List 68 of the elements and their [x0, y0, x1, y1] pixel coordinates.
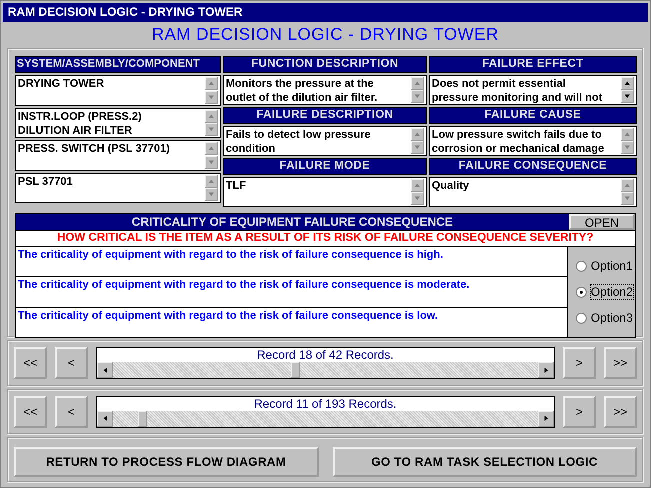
field-header: FAILURE MODE [223, 158, 427, 175]
field-header: FAILURE EFFECT [429, 56, 637, 73]
triangle-down-icon [414, 144, 421, 151]
triangle-down-icon [624, 195, 631, 202]
question-text: HOW CRITICAL IS THE ITEM AS A RESULT OF ITS RISK OF FAILURE CONSEQUENCE SEVERITY? [16, 230, 635, 247]
next-record-button[interactable]: > [563, 347, 596, 380]
scroll-thumb[interactable] [138, 410, 147, 427]
triangle-up-icon [208, 80, 215, 87]
window-title: RAM DECISION LOGIC - DRYING TOWER [3, 3, 648, 22]
scrollbar[interactable] [97, 410, 554, 427]
scroll-down-button[interactable] [621, 90, 634, 103]
triangle-up-icon [208, 178, 215, 184]
scroll-right-button[interactable] [538, 410, 554, 427]
radio-button[interactable] [576, 286, 587, 298]
next-record-button[interactable]: > [563, 396, 596, 428]
text-field[interactable]: Does not permit essential pressure monitoring and will not [429, 75, 637, 105]
last-record-button[interactable]: >> [604, 347, 637, 380]
radio-button[interactable] [576, 260, 587, 272]
triangle-up-icon [414, 131, 421, 138]
triangle-down-icon [624, 144, 631, 151]
radio-button[interactable] [576, 312, 587, 324]
triangle-up-icon [624, 182, 631, 189]
radio-label[interactable]: Option1 [591, 259, 634, 273]
triangle-right-icon [542, 366, 550, 374]
triangle-down-icon [208, 126, 215, 133]
radio-label[interactable]: Option3 [591, 311, 634, 325]
triangle-down-icon [414, 93, 421, 100]
option-text: The criticality of equipment with regard to the risk of failure consequence is high. [16, 247, 567, 278]
triangle-down-icon [414, 195, 421, 202]
scrollbar[interactable] [97, 362, 554, 378]
option-text: The criticality of equipment with regard to the risk of failure consequence is low. [17, 308, 440, 324]
triangle-right-icon [542, 415, 550, 422]
triangle-up-icon [414, 80, 421, 87]
first-record-button[interactable]: << [14, 347, 47, 380]
field-header: FAILURE CAUSE [429, 107, 637, 124]
scroll-left-button[interactable] [97, 362, 113, 378]
option-text: The criticality of equipment with regard to the risk of failure consequence is moderate. [16, 277, 567, 308]
navigation-button[interactable]: RETURN TO PROCESS FLOW DIAGRAM [14, 447, 318, 477]
triangle-up-icon [208, 112, 215, 120]
open-button[interactable]: OPEN [569, 214, 635, 230]
triangle-down-icon [208, 94, 215, 100]
previous-record-button[interactable]: < [55, 347, 88, 380]
triangle-down-icon [208, 191, 215, 198]
triangle-left-icon [102, 366, 108, 374]
scroll-up-button[interactable] [621, 77, 634, 90]
triangle-up-icon [624, 131, 631, 138]
triangle-down-icon [208, 158, 215, 166]
field-header: SYSTEM/ASSEMBLY/COMPONENT [15, 56, 221, 73]
section-header: CRITICALITY OF EQUIPMENT FAILURE CONSEQUENCE [16, 214, 569, 230]
triangle-up-icon [414, 182, 421, 189]
scroll-left-button[interactable] [97, 410, 113, 427]
previous-record-button[interactable]: < [55, 396, 88, 428]
field-header: FAILURE CONSEQUENCE [429, 158, 637, 175]
page-heading: RAM DECISION LOGIC - DRYING TOWER [150, 24, 500, 46]
navigation-button[interactable]: GO TO RAM TASK SELECTION LOGIC [332, 447, 637, 477]
record-counter: Record 18 of 42 Records. [97, 348, 554, 362]
last-record-button[interactable]: >> [604, 396, 637, 428]
scroll-thumb[interactable] [291, 362, 300, 378]
triangle-down-icon [624, 93, 631, 100]
triangle-left-icon [102, 415, 108, 422]
field-header: FAILURE DESCRIPTION [223, 107, 427, 124]
record-counter: Record 11 of 193 Records. [97, 396, 554, 411]
radio-label[interactable]: Option2 [591, 285, 634, 299]
triangle-up-icon [208, 145, 215, 152]
field-header: FUNCTION DESCRIPTION [223, 56, 427, 73]
first-record-button[interactable]: << [14, 396, 47, 428]
triangle-up-icon [624, 80, 631, 87]
scroll-right-button[interactable] [538, 362, 554, 378]
